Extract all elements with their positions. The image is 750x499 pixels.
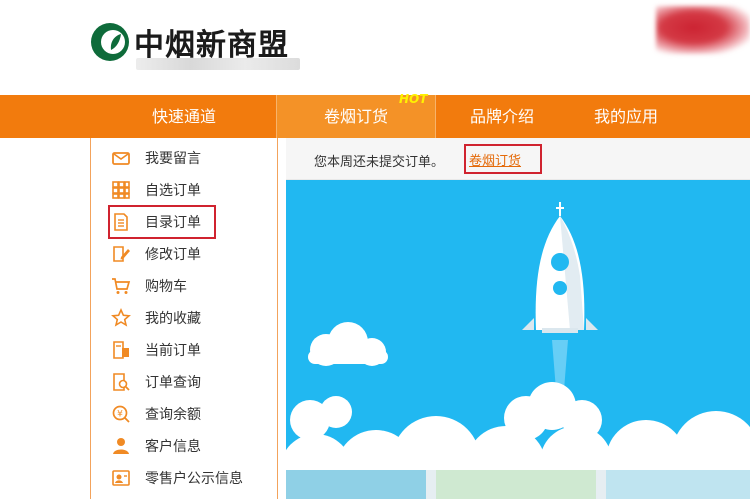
star-icon [111, 308, 131, 327]
order-search-icon [113, 373, 130, 391]
thumbnail-2[interactable] [436, 470, 596, 499]
nav-item-brand-intro[interactable]: 品牌介绍 [438, 95, 566, 138]
sidebar-item-custom-order[interactable]: 自选订单 [91, 174, 277, 206]
rocket-illustration [286, 202, 750, 470]
edit-order-icon [113, 246, 130, 262]
sidebar-item-current-order[interactable]: 当前订单 [91, 334, 277, 366]
sidebar-item-label: 查询余额 [145, 407, 201, 423]
sidebar-item-favorites[interactable]: 我的收藏 [91, 302, 277, 334]
sidebar-item-retailer-info[interactable]: 零售户公示信息 [91, 462, 277, 494]
leaf-c-logo-icon[interactable] [90, 22, 130, 62]
thumbnail-3[interactable] [606, 470, 750, 499]
main-nav: 快速通道 卷烟订货 品牌介绍 我的应用 [0, 95, 750, 138]
sidebar-item-label: 当前订单 [145, 343, 201, 359]
message-icon [112, 152, 130, 165]
retailer-info-icon [112, 470, 130, 486]
sidebar-item-label: 我要留言 [145, 151, 201, 167]
sidebar-item-message[interactable]: 我要留言 [91, 142, 277, 174]
sidebar-item-cart[interactable]: 购物车 [91, 270, 277, 302]
order-link-highlight-box [464, 144, 542, 174]
order-notice-bar: 您本周还未提交订单。 卷烟订货 [286, 138, 750, 180]
nav-item-my-apps[interactable]: 我的应用 [562, 95, 690, 138]
svg-text:¥: ¥ [117, 410, 123, 420]
balance-icon: ¥ [112, 405, 130, 423]
sidebar-item-customer-info[interactable]: 客户信息 [91, 430, 277, 462]
site-header: 中烟新商盟 [0, 0, 750, 95]
brand-url-blurred [136, 58, 300, 70]
rocket-icon [522, 202, 598, 333]
sidebar-item-edit-order[interactable]: 修改订单 [91, 238, 277, 270]
sidebar-item-label: 购物车 [145, 279, 187, 295]
user-icon [113, 438, 129, 454]
main-content: 您本周还未提交订单。 卷烟订货 [286, 138, 750, 499]
sidebar-item-label: 修改订单 [145, 247, 201, 263]
sidebar-item-label: 我的收藏 [145, 311, 201, 327]
thumbnail-1[interactable] [286, 470, 426, 499]
sidebar-item-label: 订单查询 [145, 375, 201, 391]
catalog-order-highlight-box [108, 205, 216, 239]
sidebar-item-label: 客户信息 [145, 439, 201, 455]
sidebar-item-order-query[interactable]: 订单查询 [91, 366, 277, 398]
rocket-banner[interactable] [286, 180, 750, 470]
bottom-thumbnails [286, 470, 750, 499]
hot-badge: HOT [399, 92, 428, 106]
nav-item-quick-access[interactable]: 快速通道 [120, 95, 248, 138]
sidebar: 我要留言 自选订单 目录订单 修改订单 购物车 我的收藏 当前订单 订单查询 ¥… [90, 138, 278, 499]
grid-order-icon [112, 181, 130, 199]
current-order-icon [113, 341, 129, 359]
sidebar-item-label: 零售户公示信息 [145, 471, 243, 487]
sidebar-item-label: 自选订单 [145, 183, 201, 199]
sidebar-item-balance[interactable]: ¥ 查询余额 [91, 398, 277, 430]
header-blurred-graphic [656, 6, 750, 54]
order-notice-text: 您本周还未提交订单。 [314, 155, 445, 170]
shopping-cart-icon [112, 278, 131, 294]
